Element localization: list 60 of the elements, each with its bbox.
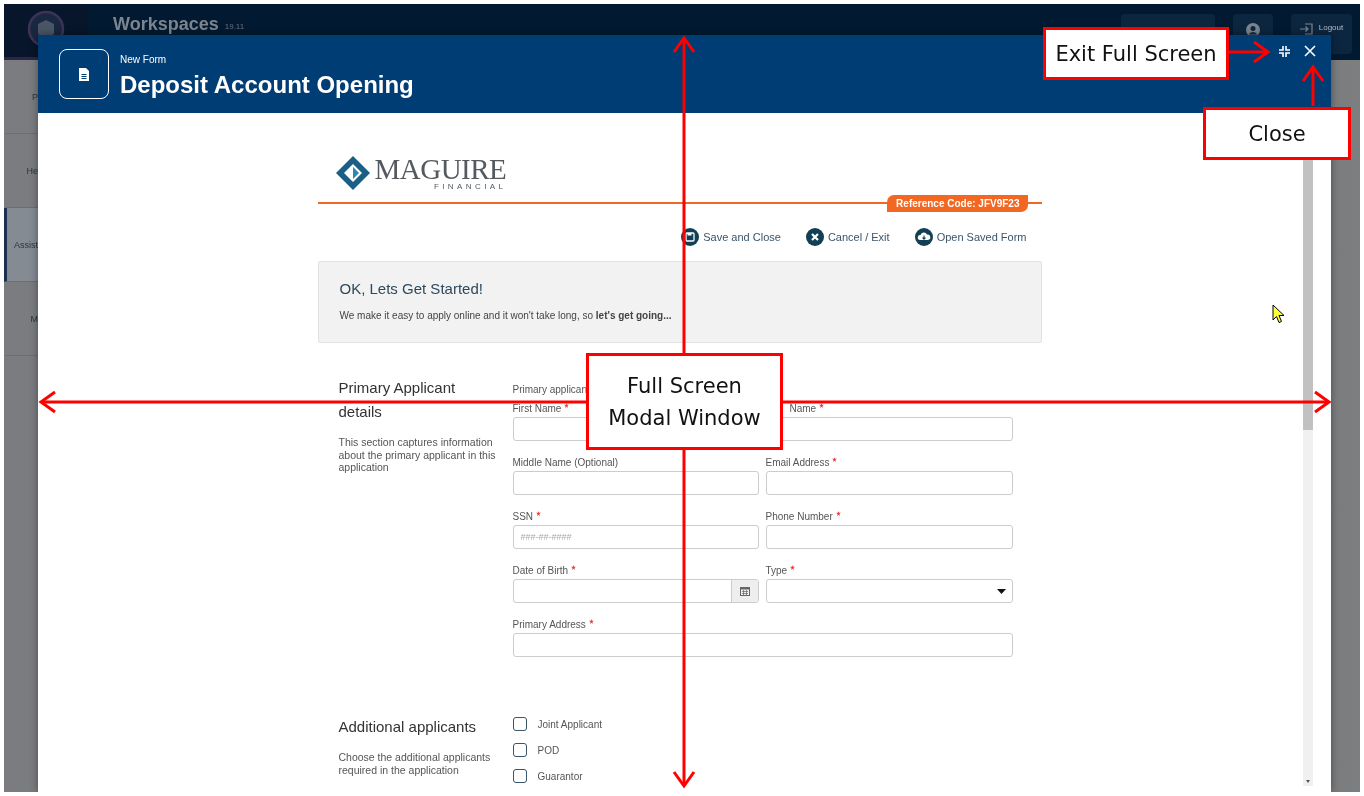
field-label: Type — [765, 565, 788, 576]
mouse-pointer-icon — [1272, 304, 1286, 324]
action-link[interactable]: Open Saved Form — [914, 228, 1027, 246]
field-label: Middle Name (Optional) — [512, 457, 619, 468]
brand-tagline: FINANCIAL — [433, 181, 507, 191]
callout-tooltip: Full Screen Modal Window — [586, 353, 783, 450]
action-label: Cancel / Exit — [827, 231, 890, 243]
checkbox-label: Guarantor — [537, 770, 583, 782]
intro-heading: OK, Lets Get Started! — [339, 280, 484, 297]
checkbox[interactable] — [512, 769, 527, 783]
modal-title: Deposit Account Opening — [120, 70, 414, 99]
checkbox[interactable] — [512, 717, 527, 731]
action-link[interactable]: Cancel / Exit — [805, 228, 890, 246]
close-icon — [1304, 45, 1316, 57]
reference-code-badge: Reference Code: JFV9F23 — [887, 195, 1028, 212]
text-field[interactable] — [512, 471, 759, 495]
field-label: SSN — [512, 511, 534, 522]
caret-icon — [996, 588, 1006, 594]
field-label: First Name — [512, 403, 562, 414]
floppy-disk-icon — [681, 228, 700, 246]
callout-tooltip: Exit Full Screen — [1043, 27, 1229, 80]
checkbox-label: Joint Applicant — [537, 718, 602, 730]
document-icon — [78, 66, 90, 82]
version-label: 19.11 — [224, 22, 245, 31]
annotation-arrow — [1229, 40, 1271, 64]
compress-icon — [1278, 45, 1290, 57]
diamond-logo-icon — [335, 156, 370, 190]
section-description: This section captures information about the primary applicant in this application — [338, 436, 497, 474]
field-label: Name — [789, 403, 817, 414]
action-label: Save and Close — [703, 231, 781, 243]
exit-fullscreen-button[interactable] — [1277, 44, 1291, 58]
brand-name: MAGUIRE — [374, 155, 507, 182]
field-label: Date of Birth — [512, 565, 569, 576]
callout-tooltip: Close — [1203, 107, 1351, 160]
close-button[interactable] — [1303, 44, 1317, 58]
select-field[interactable] — [765, 579, 1013, 603]
checkbox[interactable] — [512, 743, 527, 757]
annotation-arrow — [1301, 64, 1325, 106]
text-field[interactable]: ###-##-#### — [512, 525, 759, 549]
app-title: Workspaces — [113, 14, 219, 35]
date-field[interactable] — [512, 579, 759, 603]
field-label: Primary Address — [512, 619, 586, 630]
modal-subtitle: New Form — [120, 53, 168, 65]
text-field[interactable] — [765, 525, 1013, 549]
text-field[interactable] — [765, 471, 1013, 495]
cancel-icon — [805, 228, 824, 246]
action-link[interactable]: Save and Close — [681, 228, 781, 246]
intro-text: We make it easy to apply online and it won't take long, so let's get going... — [339, 310, 673, 321]
logout-icon — [1299, 23, 1313, 35]
field-label: Email Address — [765, 457, 830, 468]
section-title: Primary Applicant details — [338, 378, 457, 422]
field-label: Primary applican — [512, 384, 587, 395]
action-label: Open Saved Form — [936, 231, 1027, 243]
cloud-download-icon — [914, 228, 933, 246]
text-field[interactable] — [512, 633, 1013, 657]
section-title: Additional applicants — [338, 717, 478, 737]
checkbox-label: POD — [537, 744, 560, 756]
field-label: Phone Number — [765, 511, 833, 522]
section-description: Choose the additional applicants required in the application — [338, 751, 492, 776]
calendar-icon — [739, 586, 750, 596]
